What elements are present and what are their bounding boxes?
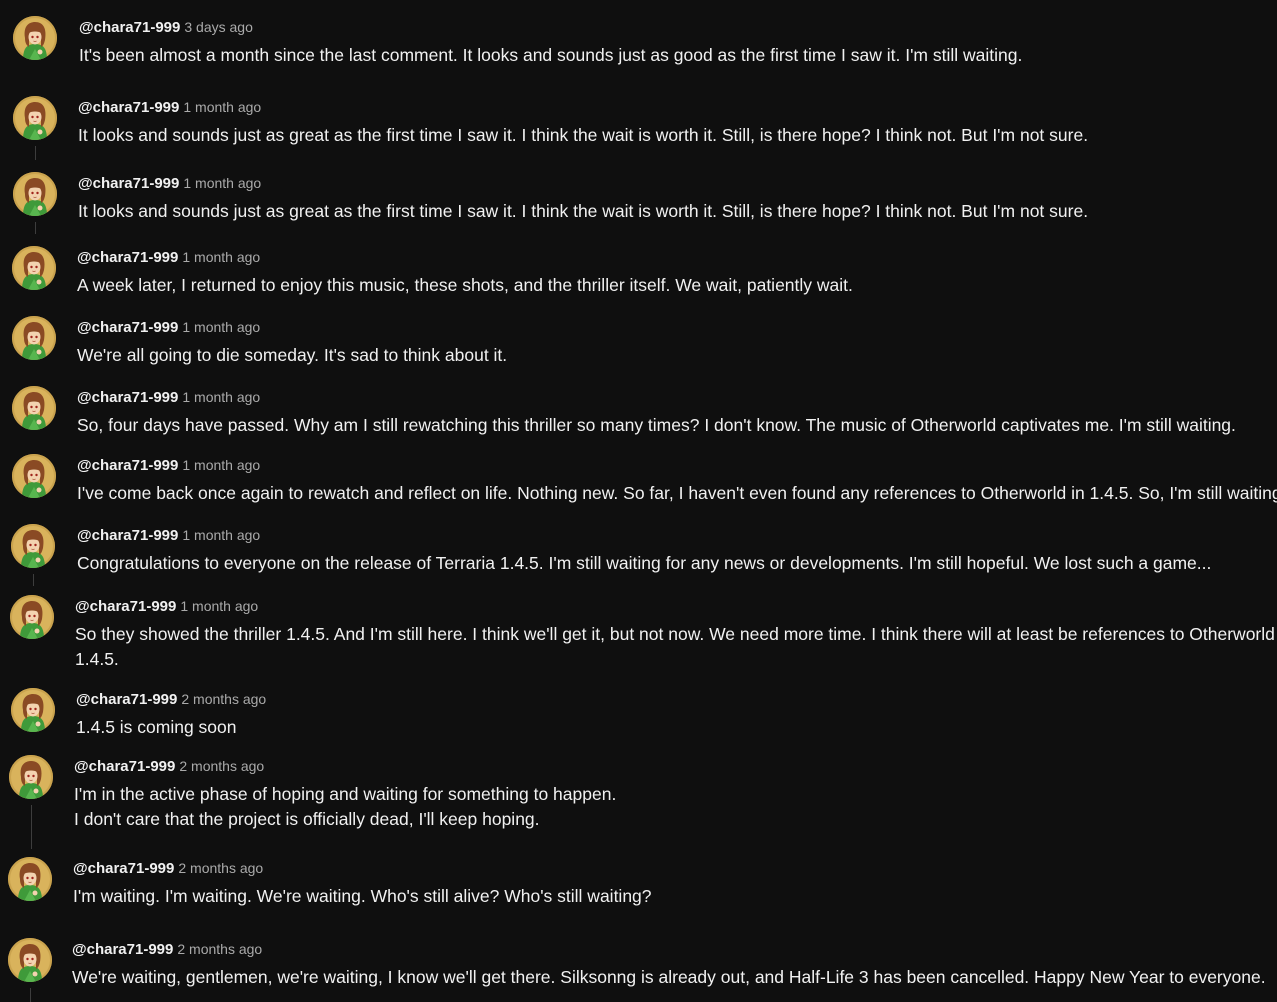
- comment-header: @chara71-999 3 days ago: [79, 17, 253, 37]
- comment-header: @chara71-999 1 month ago: [77, 317, 260, 337]
- comment-header: @chara71-999 2 months ago: [73, 858, 263, 878]
- avatar[interactable]: [12, 246, 56, 290]
- comment-text-line: I'm in the active phase of hoping and wa…: [74, 784, 617, 804]
- comment-text: I'm in the active phase of hoping and wa…: [74, 782, 616, 832]
- comment-text-line: Congratulations to everyone on the relea…: [77, 553, 1212, 573]
- comment-header: @chara71-999 1 month ago: [77, 525, 260, 545]
- comment-text: I've come back once again to rewatch and…: [77, 481, 1277, 506]
- comment-text: I'm waiting. I'm waiting. We're waiting.…: [73, 884, 652, 909]
- avatar[interactable]: [11, 688, 55, 732]
- comment-timestamp[interactable]: 1 month ago: [183, 175, 261, 191]
- comment-timestamp[interactable]: 1 month ago: [182, 319, 260, 335]
- comment-header: @chara71-999 2 months ago: [72, 939, 262, 959]
- author-name[interactable]: @chara71-999: [77, 389, 178, 406]
- avatar[interactable]: [8, 857, 52, 901]
- avatar[interactable]: [12, 316, 56, 360]
- comment-text: It's been almost a month since the last …: [79, 43, 1022, 68]
- comment-text-line: I don't care that the project is officia…: [74, 809, 540, 829]
- comment-text-line: 1.4.5.: [75, 649, 119, 669]
- comment-timestamp[interactable]: 2 months ago: [179, 758, 264, 774]
- author-name[interactable]: @chara71-999: [77, 527, 178, 544]
- comment-text-line: It looks and sounds just as great as the…: [78, 125, 1089, 145]
- comment-header: @chara71-999 2 months ago: [74, 756, 264, 776]
- author-name[interactable]: @chara71-999: [78, 175, 179, 192]
- comment-timestamp[interactable]: 1 month ago: [182, 457, 260, 473]
- comment-text: 1.4.5 is coming soon: [76, 715, 237, 740]
- comment-timestamp[interactable]: 1 month ago: [182, 389, 260, 405]
- comment-text: Congratulations to everyone on the relea…: [77, 551, 1211, 576]
- comment-text-line: It looks and sounds just as great as the…: [78, 201, 1089, 221]
- comment-header: @chara71-999 1 month ago: [77, 387, 260, 407]
- comment-timestamp[interactable]: 2 months ago: [181, 691, 266, 707]
- author-name[interactable]: @chara71-999: [72, 941, 173, 958]
- author-name[interactable]: @chara71-999: [74, 758, 175, 775]
- avatar[interactable]: [9, 755, 53, 799]
- thread-line: [31, 805, 32, 849]
- comment-text-line: So they showed the thriller 1.4.5. And I…: [75, 624, 1277, 644]
- comment-timestamp[interactable]: 1 month ago: [183, 99, 261, 115]
- author-name[interactable]: @chara71-999: [77, 319, 178, 336]
- comment-timestamp[interactable]: 1 month ago: [180, 598, 258, 614]
- comment-text: A week later, I returned to enjoy this m…: [77, 273, 853, 298]
- thread-line: [33, 574, 34, 586]
- comment-timestamp[interactable]: 1 month ago: [182, 527, 260, 543]
- comment-timestamp[interactable]: 3 days ago: [184, 19, 253, 35]
- comment-text: It looks and sounds just as great as the…: [78, 199, 1088, 224]
- avatar[interactable]: [12, 386, 56, 430]
- comment-header: @chara71-999 1 month ago: [78, 173, 261, 193]
- author-name[interactable]: @chara71-999: [79, 19, 180, 36]
- thread-line: [30, 988, 31, 1002]
- avatar[interactable]: [10, 595, 54, 639]
- comment-text-line: It's been almost a month since the last …: [79, 45, 1023, 65]
- comment-header: @chara71-999 1 month ago: [78, 97, 261, 117]
- thread-line: [35, 146, 36, 160]
- thread-line: [35, 222, 36, 234]
- comment-timestamp[interactable]: 2 months ago: [178, 860, 263, 876]
- avatar[interactable]: [13, 172, 57, 216]
- comment-text: So, four days have passed. Why am I stil…: [77, 413, 1236, 438]
- comment-header: @chara71-999 1 month ago: [77, 247, 260, 267]
- comment-text-line: I've come back once again to rewatch and…: [77, 483, 1277, 503]
- author-name[interactable]: @chara71-999: [73, 860, 174, 877]
- author-name[interactable]: @chara71-999: [78, 99, 179, 116]
- comment-text: We're waiting, gentlemen, we're waiting,…: [72, 965, 1266, 990]
- comment-text-line: We're waiting, gentlemen, we're waiting,…: [72, 967, 1266, 987]
- author-name[interactable]: @chara71-999: [77, 249, 178, 266]
- avatar[interactable]: [12, 454, 56, 498]
- comment-text-line: A week later, I returned to enjoy this m…: [77, 275, 853, 295]
- comment-header: @chara71-999 1 month ago: [77, 455, 260, 475]
- comment-header: @chara71-999 1 month ago: [75, 596, 258, 616]
- avatar[interactable]: [13, 96, 57, 140]
- comment-text-line: So, four days have passed. Why am I stil…: [77, 415, 1236, 435]
- comment-text: So they showed the thriller 1.4.5. And I…: [75, 622, 1277, 672]
- comment-timestamp[interactable]: 2 months ago: [177, 941, 262, 957]
- comment-timestamp[interactable]: 1 month ago: [182, 249, 260, 265]
- comment-header: @chara71-999 2 months ago: [76, 689, 266, 709]
- avatar[interactable]: [13, 16, 57, 60]
- author-name[interactable]: @chara71-999: [77, 457, 178, 474]
- comment-text: We're all going to die someday. It's sad…: [77, 343, 507, 368]
- author-name[interactable]: @chara71-999: [75, 598, 176, 615]
- comment-text-line: 1.4.5 is coming soon: [76, 717, 237, 737]
- comment-text-line: I'm waiting. I'm waiting. We're waiting.…: [73, 886, 652, 906]
- comment-text-line: We're all going to die someday. It's sad…: [77, 345, 508, 365]
- avatar[interactable]: [11, 524, 55, 568]
- comment-text: It looks and sounds just as great as the…: [78, 123, 1088, 148]
- avatar[interactable]: [8, 938, 52, 982]
- author-name[interactable]: @chara71-999: [76, 691, 177, 708]
